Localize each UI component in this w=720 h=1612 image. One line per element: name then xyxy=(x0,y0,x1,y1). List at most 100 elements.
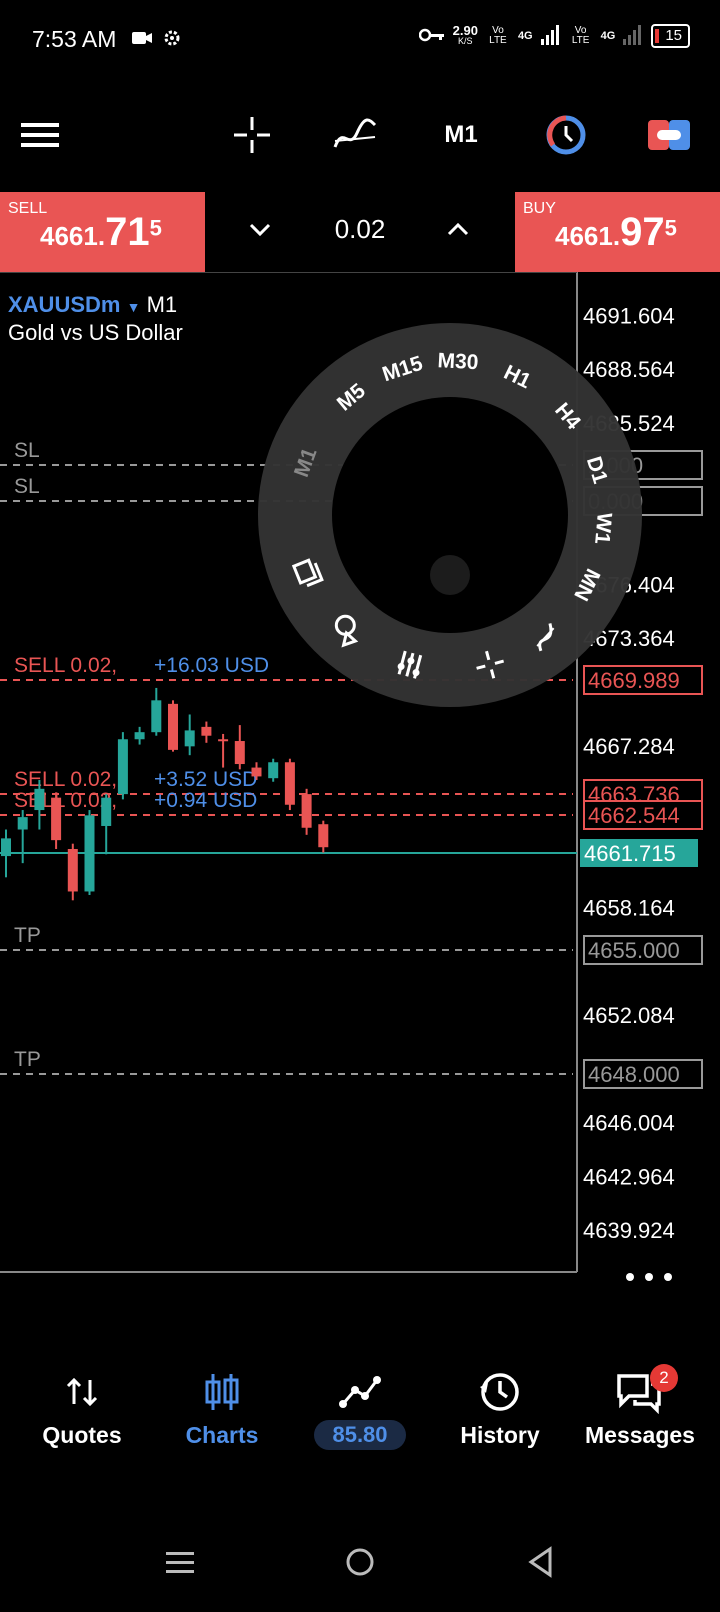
price-chart[interactable]: 4691.6044688.5644685.5244676.4044673.364… xyxy=(0,272,720,1312)
candle-body xyxy=(1,838,11,857)
lot-increase-icon[interactable] xyxy=(443,214,473,249)
nav-history[interactable]: History xyxy=(430,1370,570,1449)
more-dot xyxy=(626,1273,634,1281)
more-dot xyxy=(664,1273,672,1281)
clock: 7:53 AM xyxy=(32,26,117,52)
nav-trade[interactable]: 85.80 xyxy=(290,1370,430,1450)
bottom-navigation: Quotes Charts 85.80 History 2 Messages xyxy=(0,1364,720,1470)
status-right: 2.90 K/S Vo LTE 4G Vo LTE 4G 15 xyxy=(418,23,690,48)
timeframe-wheel-hole xyxy=(332,397,568,633)
history-icon xyxy=(430,1370,570,1414)
x-tick-label: 26 Aug 02:51 xyxy=(266,1309,396,1312)
chart-area[interactable]: 4691.604 4688.564 4685.524 4676.404 4673.364… xyxy=(0,272,720,1312)
candle-body xyxy=(17,817,28,830)
y-tick-label: 4646.004 xyxy=(583,1110,675,1135)
menu-icon[interactable] xyxy=(20,115,60,155)
nav-quotes[interactable]: Quotes xyxy=(12,1370,152,1449)
order-label: SELL 0.02, xyxy=(14,768,117,791)
wheel-center-dot xyxy=(430,555,470,595)
messages-badge: 2 xyxy=(650,1364,678,1392)
y-tick-label: 4691.604 xyxy=(583,303,675,328)
candle-body xyxy=(51,797,62,841)
recents-icon[interactable] xyxy=(166,1548,196,1583)
candle-body xyxy=(201,726,212,736)
buy-button[interactable]: BUY 4661.975 xyxy=(515,192,720,272)
nav-quotes-label: Quotes xyxy=(42,1422,122,1448)
volte-badge-2: Vo LTE xyxy=(571,25,590,46)
order-label: SELL 0.02, xyxy=(14,654,117,677)
candle-body xyxy=(117,739,128,795)
x-tick-label: 26 Aug 03:00 xyxy=(434,1309,564,1312)
sl-label: SL xyxy=(14,475,40,498)
candle-body xyxy=(84,815,95,892)
trade-panel: SELL 4661.715 0.02 BUY 4661.975 xyxy=(0,192,720,272)
chart-symbol[interactable]: XAUUSDm ▼ M1 xyxy=(8,292,177,318)
quotes-arrows-icon xyxy=(12,1370,152,1414)
candle-body xyxy=(218,739,229,742)
network-type-2: 4G xyxy=(600,30,616,42)
camera-icon xyxy=(132,30,152,51)
sl-label: SL xyxy=(14,439,40,462)
y-tick-label: 4639.924 xyxy=(583,1218,675,1243)
signal-icon xyxy=(623,24,643,48)
signal-icon xyxy=(540,24,561,48)
symbol-timeframe: M1 xyxy=(146,292,178,317)
sell-button[interactable]: SELL 4661.715 xyxy=(0,192,205,272)
tp-label: TP xyxy=(14,924,41,947)
key-icon xyxy=(418,28,445,45)
y-tick-label: 4688.564 xyxy=(583,357,675,382)
crosshair-icon[interactable] xyxy=(230,115,274,155)
more-dot xyxy=(645,1273,653,1281)
timeframe-button[interactable]: M1 xyxy=(436,115,486,155)
trade-icon xyxy=(290,1370,430,1414)
candle-body xyxy=(34,788,45,811)
candle-body xyxy=(268,762,279,779)
trade-toggle-icon[interactable] xyxy=(647,115,691,155)
battery-indicator: 15 xyxy=(651,24,690,48)
volte-badge-1: Vo LTE xyxy=(489,25,507,46)
wheel-timeframe-m30[interactable]: M30 xyxy=(437,349,479,374)
settings-gear-icon xyxy=(162,28,182,53)
back-icon[interactable] xyxy=(526,1546,556,1583)
system-navigation xyxy=(0,1530,720,1600)
current-price-label: 4661.715 xyxy=(584,841,676,866)
wheel-timeframe-w1[interactable]: W1 xyxy=(590,512,616,546)
symbol-description: Gold vs US Dollar xyxy=(8,320,183,345)
order-profit: +3.52 USD xyxy=(154,768,257,791)
candle-body xyxy=(134,732,145,740)
candle-body xyxy=(184,730,195,747)
tp-price-label: 4648.000 xyxy=(588,1062,680,1087)
candle-body xyxy=(234,741,245,765)
buy-label: BUY xyxy=(523,200,556,217)
lot-selector: 0.02 xyxy=(205,192,515,272)
y-tick-label: 4667.284 xyxy=(583,734,675,759)
sell-price: 4661.715 xyxy=(40,210,162,254)
net-speed: 2.90 K/S xyxy=(452,23,478,46)
one-click-trading-icon[interactable] xyxy=(544,115,588,155)
y-tick-label: 4642.964 xyxy=(583,1164,675,1189)
home-icon[interactable] xyxy=(344,1546,376,1583)
candle-body xyxy=(301,794,312,828)
candle-body xyxy=(101,797,112,826)
trade-profit-pill: 85.80 xyxy=(314,1420,406,1450)
order-price-label: 4662.544 xyxy=(588,803,680,828)
messages-icon: 2 xyxy=(570,1364,710,1414)
tp-label: TP xyxy=(14,1048,41,1071)
candle-body xyxy=(151,700,162,733)
candle-body xyxy=(251,767,262,777)
candle-body xyxy=(67,848,78,892)
candle-body xyxy=(318,824,329,848)
nav-charts[interactable]: Charts xyxy=(152,1370,292,1449)
candle-body xyxy=(168,703,178,750)
x-tick-label: 26 Aug 02:42 xyxy=(97,1309,227,1312)
order-profit: +16.03 USD xyxy=(154,654,269,677)
symbol-dropdown-icon[interactable]: ▼ xyxy=(127,299,141,315)
symbol-name[interactable]: XAUUSDm xyxy=(8,292,120,317)
nav-messages-label: Messages xyxy=(585,1422,695,1448)
nav-history-label: History xyxy=(460,1422,540,1448)
buy-price: 4661.975 xyxy=(555,210,677,254)
indicators-icon[interactable] xyxy=(333,115,377,155)
nav-messages[interactable]: 2 Messages xyxy=(570,1364,710,1449)
tp-price-label: 4655.000 xyxy=(588,938,680,963)
y-tick-label: 4652.084 xyxy=(583,1003,675,1028)
